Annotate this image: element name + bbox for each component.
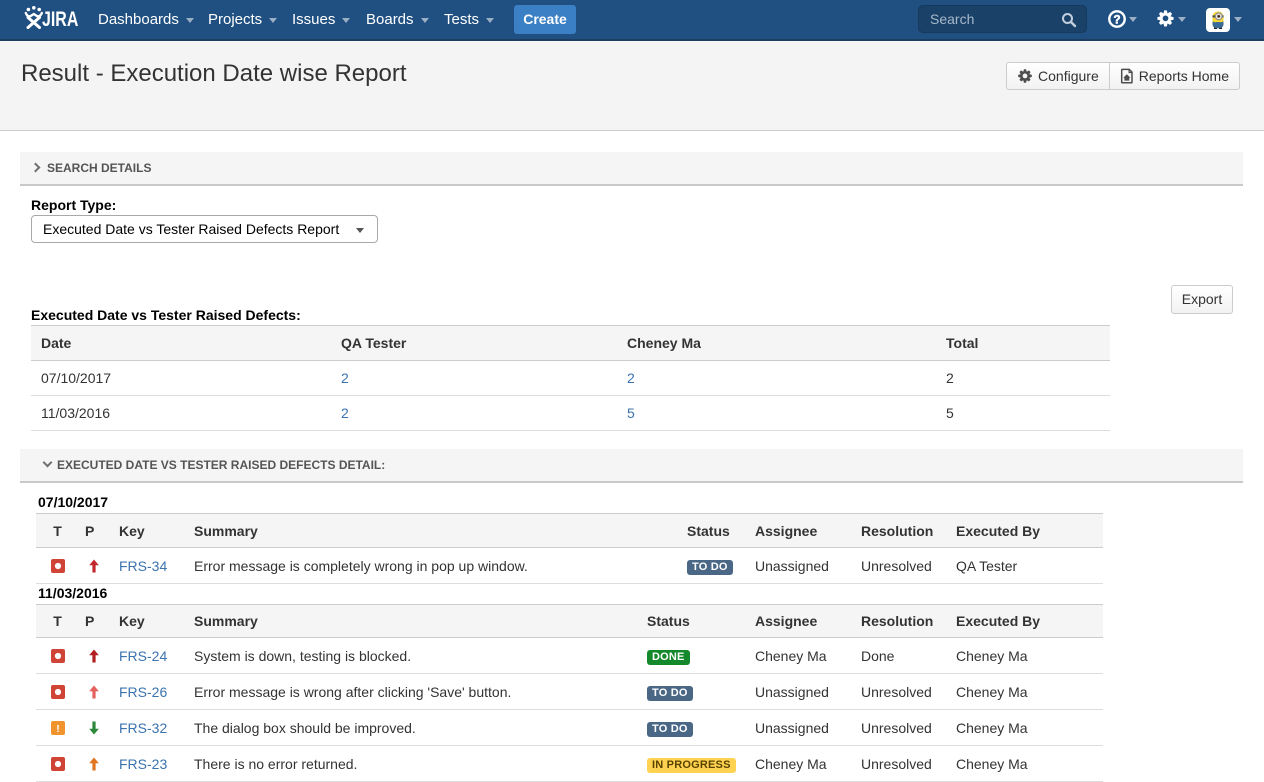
- svg-text:!: !: [56, 723, 60, 735]
- svg-text:?: ?: [1113, 14, 1120, 26]
